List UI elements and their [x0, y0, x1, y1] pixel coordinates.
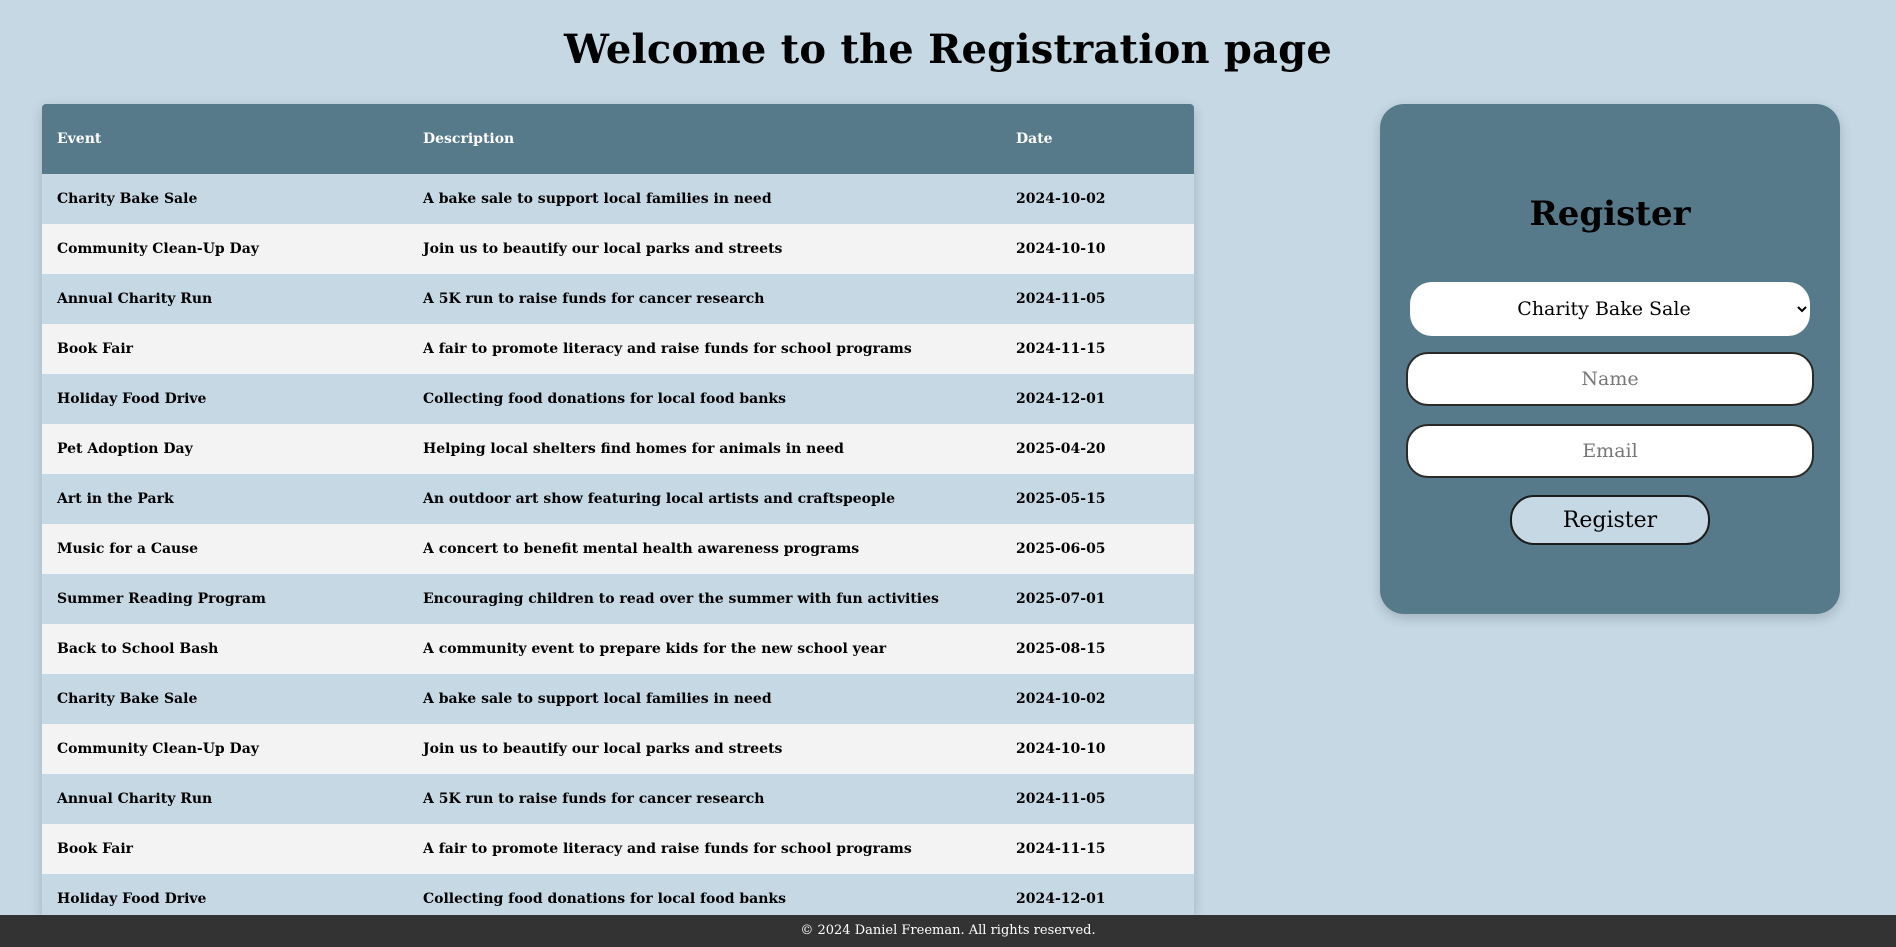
date-cell: 2024-11-15 [1001, 324, 1194, 374]
table-row: Back to School Bash A community event to… [42, 624, 1194, 674]
email-input[interactable] [1406, 424, 1814, 478]
date-cell: 2025-07-01 [1001, 574, 1194, 624]
footer-copyright: © 2024 Daniel Freeman. All rights reserv… [800, 923, 1096, 938]
event-cell: Annual Charity Run [42, 274, 408, 324]
date-cell: 2025-06-05 [1001, 524, 1194, 574]
description-cell: A community event to prepare kids for th… [408, 624, 1001, 674]
register-button[interactable]: Register [1510, 495, 1710, 545]
event-cell: Pet Adoption Day [42, 424, 408, 474]
table-row: Annual Charity Run A 5K run to raise fun… [42, 774, 1194, 824]
date-cell: 2025-04-20 [1001, 424, 1194, 474]
table-row: Book Fair A fair to promote literacy and… [42, 324, 1194, 374]
description-cell: A bake sale to support local families in… [408, 174, 1001, 224]
date-cell: 2024-11-15 [1001, 824, 1194, 874]
date-cell: 2024-12-01 [1001, 374, 1194, 424]
description-cell: Collecting food donations for local food… [408, 874, 1001, 915]
event-cell: Music for a Cause [42, 524, 408, 574]
table-row: Art in the Park An outdoor art show feat… [42, 474, 1194, 524]
description-cell: Join us to beautify our local parks and … [408, 224, 1001, 274]
date-cell: 2024-11-05 [1001, 274, 1194, 324]
table-row: Music for a Cause A concert to benefit m… [42, 524, 1194, 574]
event-cell: Annual Charity Run [42, 774, 408, 824]
date-cell: 2024-11-05 [1001, 774, 1194, 824]
table-row: Holiday Food Drive Collecting food donat… [42, 374, 1194, 424]
column-header-date: Date [1001, 104, 1194, 174]
description-cell: A 5K run to raise funds for cancer resea… [408, 274, 1001, 324]
date-cell: 2025-08-15 [1001, 624, 1194, 674]
events-table: Event Description Date Charity Bake Sale… [42, 104, 1194, 915]
column-header-event: Event [42, 104, 408, 174]
table-row: Community Clean-Up Day Join us to beauti… [42, 224, 1194, 274]
register-form: Register Charity Bake Sale Register [1380, 104, 1840, 614]
description-cell: A 5K run to raise funds for cancer resea… [408, 774, 1001, 824]
table-row: Pet Adoption Day Helping local shelters … [42, 424, 1194, 474]
page: Welcome to the Registration page Event D… [0, 0, 1896, 947]
event-select[interactable]: Charity Bake Sale [1410, 282, 1810, 336]
date-cell: 2024-12-01 [1001, 874, 1194, 915]
date-cell: 2024-10-02 [1001, 674, 1194, 724]
event-cell: Community Clean-Up Day [42, 724, 408, 774]
event-cell: Book Fair [42, 324, 408, 374]
event-cell: Holiday Food Drive [42, 874, 408, 915]
event-cell: Charity Bake Sale [42, 674, 408, 724]
events-table-container[interactable]: Event Description Date Charity Bake Sale… [42, 104, 1194, 915]
description-cell: Collecting food donations for local food… [408, 374, 1001, 424]
table-row: Charity Bake Sale A bake sale to support… [42, 174, 1194, 224]
date-cell: 2024-10-10 [1001, 224, 1194, 274]
event-cell: Summer Reading Program [42, 574, 408, 624]
event-cell: Back to School Bash [42, 624, 408, 674]
description-cell: A fair to promote literacy and raise fun… [408, 824, 1001, 874]
event-cell: Art in the Park [42, 474, 408, 524]
events-table-header: Event Description Date [42, 104, 1194, 174]
page-title: Welcome to the Registration page [564, 26, 1332, 73]
footer: © 2024 Daniel Freeman. All rights reserv… [0, 915, 1896, 947]
date-cell: 2024-10-10 [1001, 724, 1194, 774]
date-cell: 2024-10-02 [1001, 174, 1194, 224]
table-row: Summer Reading Program Encouraging child… [42, 574, 1194, 624]
table-row: Holiday Food Drive Collecting food donat… [42, 874, 1194, 915]
name-input[interactable] [1406, 352, 1814, 406]
description-cell: Encouraging children to read over the su… [408, 574, 1001, 624]
description-cell: A fair to promote literacy and raise fun… [408, 324, 1001, 374]
event-cell: Charity Bake Sale [42, 174, 408, 224]
register-title: Register [1529, 194, 1691, 234]
description-cell: Helping local shelters find homes for an… [408, 424, 1001, 474]
events-table-body: Charity Bake Sale A bake sale to support… [42, 174, 1194, 915]
description-cell: A bake sale to support local families in… [408, 674, 1001, 724]
table-row: Annual Charity Run A 5K run to raise fun… [42, 274, 1194, 324]
table-row: Book Fair A fair to promote literacy and… [42, 824, 1194, 874]
event-cell: Community Clean-Up Day [42, 224, 408, 274]
description-cell: Join us to beautify our local parks and … [408, 724, 1001, 774]
description-cell: A concert to benefit mental health aware… [408, 524, 1001, 574]
column-header-description: Description [408, 104, 1001, 174]
date-cell: 2025-05-15 [1001, 474, 1194, 524]
table-row: Charity Bake Sale A bake sale to support… [42, 674, 1194, 724]
description-cell: An outdoor art show featuring local arti… [408, 474, 1001, 524]
event-cell: Book Fair [42, 824, 408, 874]
event-cell: Holiday Food Drive [42, 374, 408, 424]
table-header-row: Event Description Date [42, 104, 1194, 174]
table-row: Community Clean-Up Day Join us to beauti… [42, 724, 1194, 774]
